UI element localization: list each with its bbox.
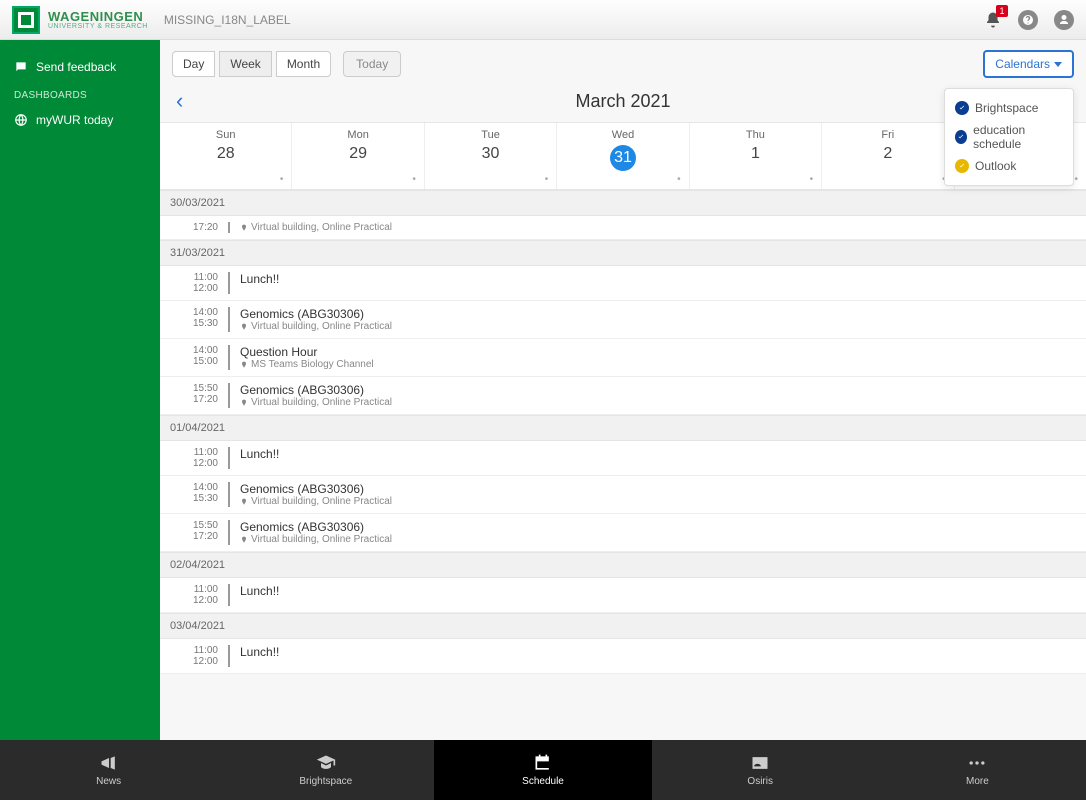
day-col-wed[interactable]: Wed31• (556, 123, 688, 189)
agenda: 30/03/2021 17:20 Virtual building, Onlin… (160, 190, 1086, 674)
today-button[interactable]: Today (343, 51, 401, 77)
calendars-dropdown-button[interactable]: Calendars (983, 50, 1074, 78)
calendar-option-brightspace[interactable]: Brightspace (955, 97, 1063, 119)
event-location: Virtual building, Online Practical (240, 534, 1076, 545)
calendar-icon (533, 753, 553, 773)
agenda-event[interactable]: 14:0015:30 Genomics (ABG30306)Virtual bu… (160, 476, 1086, 514)
calendar-title: March 2021 (200, 91, 1046, 112)
globe-icon (14, 113, 28, 127)
prev-button[interactable]: ‹ (176, 88, 200, 114)
main: Day Week Month Today Calendars Brightspa… (160, 40, 1086, 740)
agenda-event[interactable]: 17:20 Virtual building, Online Practical (160, 216, 1086, 240)
help-icon (1022, 14, 1034, 26)
megaphone-icon (99, 753, 119, 773)
cal-opt-label: Outlook (975, 159, 1016, 173)
brand-name: WAGENINGEN (48, 10, 148, 23)
agenda-event[interactable]: 14:0015:30 Genomics (ABG30306)Virtual bu… (160, 301, 1086, 339)
check-icon (955, 130, 967, 144)
event-title: Lunch!! (240, 272, 1076, 286)
sidebar: Send feedback DASHBOARDS myWUR today (0, 40, 160, 740)
view-week-button[interactable]: Week (219, 51, 271, 77)
agenda-date: 02/04/2021 (160, 552, 1086, 578)
sidebar-item-label: myWUR today (36, 113, 113, 127)
feedback-label: Send feedback (36, 60, 116, 74)
topbar: WAGENINGEN UNIVERSITY & RESEARCH MISSING… (0, 0, 1086, 40)
brand-sub: UNIVERSITY & RESEARCH (48, 23, 148, 30)
top-icons: 1 (984, 10, 1074, 30)
day-col-mon[interactable]: Mon29• (291, 123, 423, 189)
cal-opt-label: education schedule (973, 123, 1063, 151)
pin-icon (240, 323, 248, 331)
agenda-event[interactable]: 11:0012:00 Lunch!! (160, 266, 1086, 301)
agenda-date: 01/04/2021 (160, 415, 1086, 441)
agenda-date: 31/03/2021 (160, 240, 1086, 266)
chat-icon (14, 60, 28, 74)
nav-osiris[interactable]: Osiris (652, 740, 869, 800)
sidebar-heading: DASHBOARDS (0, 82, 160, 105)
pin-icon (240, 361, 248, 369)
calendars-dropdown: Brightspace education schedule Outlook (944, 88, 1074, 186)
send-feedback-button[interactable]: Send feedback (0, 52, 160, 82)
nav-schedule[interactable]: Schedule (434, 740, 651, 800)
toolbar: Day Week Month Today Calendars (160, 40, 1086, 88)
bottom-nav: News Brightspace Schedule Osiris More (0, 740, 1086, 800)
grad-cap-icon (316, 753, 336, 773)
view-day-button[interactable]: Day (172, 51, 215, 77)
agenda-event[interactable]: 11:0012:00 Lunch!! (160, 441, 1086, 476)
help-button[interactable] (1018, 10, 1038, 30)
day-col-sun[interactable]: Sun28• (160, 123, 291, 189)
sidebar-item-mywur[interactable]: myWUR today (0, 105, 160, 135)
profile-button[interactable] (1054, 10, 1074, 30)
pin-icon (240, 224, 248, 232)
notif-badge: 1 (996, 5, 1008, 17)
event-title: Genomics (ABG30306) (240, 383, 1076, 397)
caret-down-icon (1054, 62, 1062, 67)
calendar-option-education[interactable]: education schedule (955, 119, 1063, 155)
pin-icon (240, 399, 248, 407)
agenda-date: 30/03/2021 (160, 190, 1086, 216)
event-title: Question Hour (240, 345, 1076, 359)
notifications-button[interactable]: 1 (984, 11, 1002, 29)
event-title: Genomics (ABG30306) (240, 520, 1076, 534)
event-location: MS Teams Biology Channel (240, 359, 1076, 370)
nav-news[interactable]: News (0, 740, 217, 800)
view-month-button[interactable]: Month (276, 51, 331, 77)
event-location: Virtual building, Online Practical (240, 222, 1076, 233)
calendar-option-outlook[interactable]: Outlook (955, 155, 1063, 177)
event-title: Genomics (ABG30306) (240, 307, 1076, 321)
id-card-icon (750, 753, 770, 773)
event-location: Virtual building, Online Practical (240, 321, 1076, 332)
check-icon (955, 101, 969, 115)
cal-opt-label: Brightspace (975, 101, 1038, 115)
event-title: Lunch!! (240, 645, 1076, 659)
dots-icon (967, 753, 987, 773)
event-location: Virtual building, Online Practical (240, 397, 1076, 408)
logo-icon (12, 6, 40, 34)
event-title: Lunch!! (240, 447, 1076, 461)
brand: WAGENINGEN UNIVERSITY & RESEARCH (48, 10, 148, 30)
event-location: Virtual building, Online Practical (240, 496, 1076, 507)
user-icon (1058, 14, 1070, 26)
agenda-date: 03/04/2021 (160, 613, 1086, 639)
event-title: Genomics (ABG30306) (240, 482, 1076, 496)
pin-icon (240, 498, 248, 506)
agenda-event[interactable]: 15:5017:20 Genomics (ABG30306)Virtual bu… (160, 514, 1086, 552)
agenda-event[interactable]: 11:0012:00 Lunch!! (160, 578, 1086, 613)
nav-more[interactable]: More (869, 740, 1086, 800)
calendars-label: Calendars (995, 57, 1050, 71)
pin-icon (240, 536, 248, 544)
day-col-thu[interactable]: Thu1• (689, 123, 821, 189)
event-title: Lunch!! (240, 584, 1076, 598)
check-icon (955, 159, 969, 173)
agenda-event[interactable]: 11:0012:00 Lunch!! (160, 639, 1086, 674)
agenda-event[interactable]: 15:5017:20 Genomics (ABG30306)Virtual bu… (160, 377, 1086, 415)
day-col-tue[interactable]: Tue30• (424, 123, 556, 189)
page-label: MISSING_I18N_LABEL (164, 13, 291, 27)
agenda-event[interactable]: 14:0015:00 Question HourMS Teams Biology… (160, 339, 1086, 377)
day-col-fri[interactable]: Fri2• (821, 123, 953, 189)
nav-brightspace[interactable]: Brightspace (217, 740, 434, 800)
